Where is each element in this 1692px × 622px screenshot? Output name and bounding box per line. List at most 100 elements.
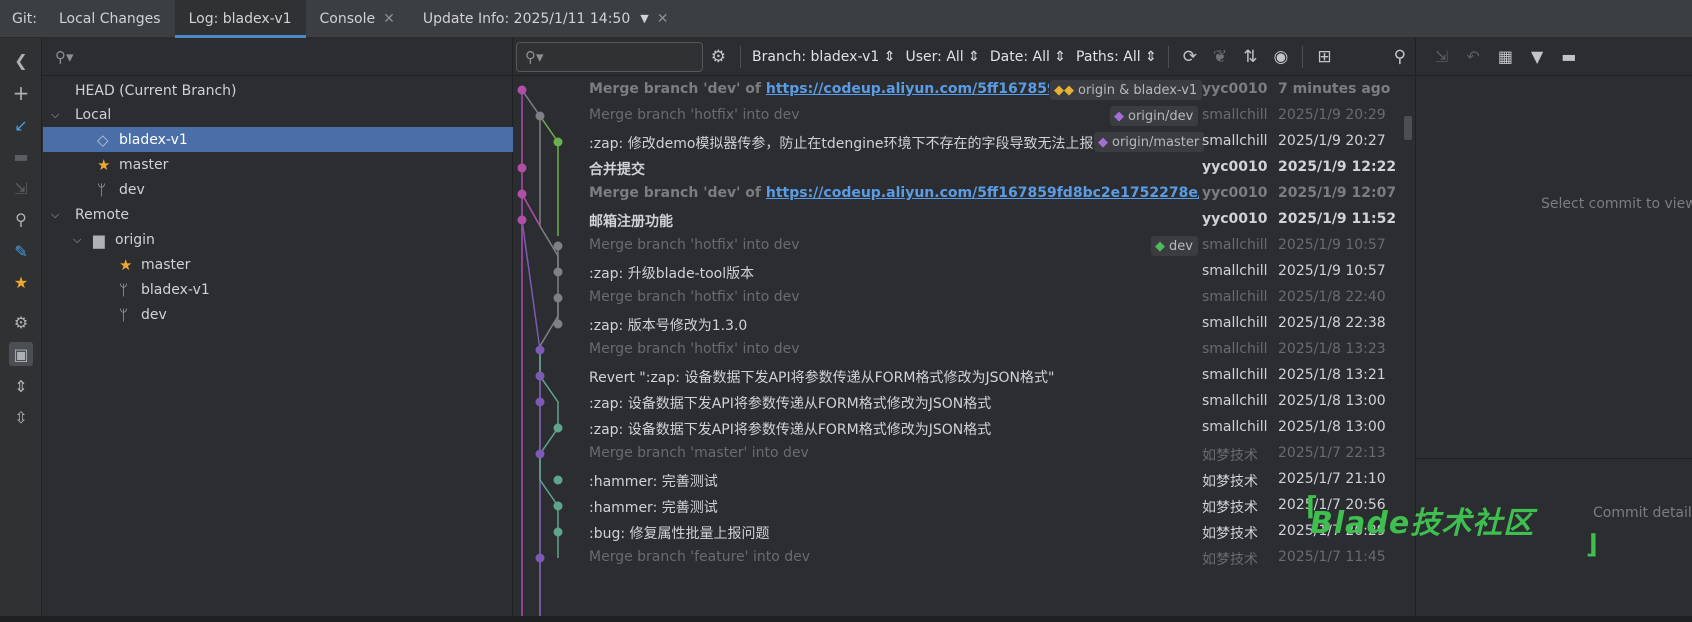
- details-toolbar: ⇲ ↶ ▦ ▼ ▬: [1416, 38, 1692, 76]
- tool-strip: ❮ + ↙ ▬ ⇲ ⚲ ✎ ★ ⚙ ▣ ⇕ ⇳: [0, 38, 42, 622]
- chevron-down-icon[interactable]: ⌵: [73, 233, 87, 247]
- tree-local[interactable]: ⌵ Local: [43, 102, 513, 127]
- close-icon[interactable]: ✕: [383, 11, 395, 27]
- toolbar-separator: [1302, 45, 1304, 68]
- folder-icon: ▆: [93, 230, 105, 249]
- tag-icon: ◆: [1114, 108, 1124, 124]
- tree-branch-dev[interactable]: ᛘ dev: [43, 177, 513, 202]
- sort-icon[interactable]: ⇅: [1243, 47, 1257, 67]
- new-tab-icon[interactable]: ⊞: [1317, 47, 1331, 67]
- add-icon[interactable]: +: [9, 81, 33, 105]
- close-icon[interactable]: ✕: [657, 11, 669, 27]
- paths-filter[interactable]: Paths: All ⇕: [1076, 49, 1157, 65]
- expand-all-icon[interactable]: ⇕: [9, 374, 33, 398]
- commit-row[interactable]: Merge branch 'hotfix' into dev smallchil…: [514, 336, 1414, 364]
- watermark-bracket: ⌋: [1586, 530, 1598, 560]
- commit-row[interactable]: :zap: 升级blade-tool版本 smallchill 2025/1/9…: [514, 258, 1414, 286]
- date-filter[interactable]: Date: All ⇕: [990, 49, 1066, 65]
- layout-icon[interactable]: ▬: [1561, 47, 1576, 66]
- cherry-pick-icon[interactable]: ❦: [1213, 47, 1227, 67]
- group-icon[interactable]: ▦: [1498, 47, 1513, 66]
- commit-row[interactable]: :bug: 修复属性批量上报问题 如梦技术 2025/1/7 20:29: [514, 518, 1414, 546]
- toolbar-separator: [1167, 45, 1169, 68]
- commit-link[interactable]: https://codeup.aliyun.com/5ff167859fd8bc…: [766, 185, 1199, 201]
- commit-row[interactable]: :zap: 修改demo模拟器传参，防止在tdengine环境下不存在的字段导致…: [514, 128, 1414, 156]
- commit-row[interactable]: :hammer: 完善测试 如梦技术 2025/1/7 21:10: [514, 466, 1414, 494]
- tree-remote-master[interactable]: ★ master: [43, 252, 513, 277]
- tab-console[interactable]: Console ✕: [306, 0, 409, 38]
- commit-row[interactable]: :zap: 设备数据下发API将参数传递从FORM格式修改为JSON格式 sma…: [514, 414, 1414, 442]
- refresh-icon[interactable]: ⟳: [1183, 47, 1197, 67]
- filter-icon[interactable]: ▼: [1531, 47, 1543, 66]
- branch-search[interactable]: ⚲▾: [43, 38, 512, 76]
- commit-details-hint: Commit details: [1593, 505, 1692, 521]
- commit-link[interactable]: https://codeup.aliyun.com/5ff167859fd8b: [766, 81, 1049, 97]
- branch-icon: ᛘ: [119, 305, 129, 324]
- tree-remote[interactable]: ⌵ Remote: [43, 202, 513, 227]
- cherry-pick-icon[interactable]: ⇲: [1435, 47, 1448, 66]
- commit-row[interactable]: Merge branch 'master' into dev 如梦技术 2025…: [514, 440, 1414, 468]
- tree-remote-bladex-v1[interactable]: ᛘ bladex-v1: [43, 277, 513, 302]
- tag-icon: ◆: [1098, 134, 1108, 150]
- eye-icon[interactable]: ◉: [1274, 47, 1289, 67]
- log-toolbar: ⚲▾ ⚙ Branch: bladex-v1 ⇕ User: All ⇕ Dat…: [514, 38, 1414, 76]
- commit-row[interactable]: Merge branch 'hotfix' into dev ◆ origin/d…: [514, 102, 1414, 130]
- log-search-input[interactable]: ⚲▾: [516, 41, 703, 72]
- ref-badge: ◆◆ origin & bladex-v1: [1050, 80, 1203, 100]
- tab-update-info[interactable]: Update Info: 2025/1/11 14:50 ▼ ✕: [409, 0, 683, 38]
- ref-badge: ◆ origin/master: [1094, 132, 1205, 152]
- update-icon[interactable]: ↙: [9, 113, 33, 137]
- search-icon[interactable]: ⚲: [1394, 47, 1406, 67]
- commit-row[interactable]: 邮箱注册功能 yyc0010 2025/1/9 11:52: [514, 206, 1414, 234]
- git-label: Git:: [12, 10, 37, 27]
- tag-icon: ◇: [97, 130, 109, 149]
- commit-row[interactable]: Merge branch 'dev' of https://codeup.ali…: [514, 76, 1414, 104]
- favorite-icon[interactable]: ★: [9, 270, 33, 294]
- gear-icon[interactable]: ⚙: [711, 47, 726, 67]
- tree-branch-master[interactable]: ★ master: [43, 152, 513, 177]
- toolbar-separator: [740, 45, 741, 68]
- chevron-down-icon[interactable]: ▼: [640, 12, 648, 25]
- star-icon: ★: [119, 255, 133, 274]
- compare-icon[interactable]: ⇲: [9, 176, 33, 200]
- tree-origin[interactable]: ⌵ ▆ origin: [43, 227, 513, 252]
- commit-row[interactable]: :zap: 版本号修改为1.3.0 smallchill 2025/1/8 22…: [514, 310, 1414, 338]
- delete-icon[interactable]: ▬: [9, 144, 33, 168]
- tag-icon: ◆: [1155, 238, 1165, 254]
- star-icon: ★: [97, 155, 111, 174]
- tab-local-changes[interactable]: Local Changes: [45, 0, 175, 38]
- chevron-down-icon[interactable]: ⌵: [51, 108, 65, 122]
- commit-row[interactable]: 合并提交 yyc0010 2025/1/9 12:22: [514, 154, 1414, 182]
- scroll-thumb[interactable]: [1404, 116, 1412, 140]
- commit-row[interactable]: Merge branch 'feature' into dev 如梦技术 202…: [514, 544, 1414, 572]
- branch-filter[interactable]: Branch: bladex-v1 ⇕: [752, 49, 896, 65]
- commit-row[interactable]: :zap: 设备数据下发API将参数传递从FORM格式修改为JSON格式 sma…: [514, 388, 1414, 416]
- checkout-icon[interactable]: ✎: [9, 239, 33, 263]
- group-icon[interactable]: ▣: [9, 342, 33, 366]
- details-hint: Select commit to view changes: [1541, 196, 1692, 212]
- settings-icon[interactable]: ⚙: [9, 310, 33, 334]
- branch-icon: ᛘ: [97, 180, 107, 199]
- chevron-down-icon[interactable]: ⌵: [51, 208, 65, 222]
- commit-row[interactable]: :hammer: 完善测试 如梦技术 2025/1/7 20:56: [514, 492, 1414, 520]
- tree-branch-bladex-v1[interactable]: ◇ bladex-v1: [43, 127, 513, 152]
- tree-remote-dev[interactable]: ᛘ dev: [43, 302, 513, 327]
- tree-head[interactable]: HEAD (Current Branch): [43, 78, 513, 103]
- search-icon: ⚲▾: [525, 47, 544, 66]
- user-filter[interactable]: User: All ⇕: [906, 49, 980, 65]
- search-icon: ⚲▾: [55, 47, 74, 66]
- tag-icon: ◆◆: [1054, 82, 1074, 98]
- tab-log[interactable]: Log: bladex-v1: [174, 0, 306, 38]
- back-icon[interactable]: ❮: [9, 48, 33, 72]
- commit-row[interactable]: Merge branch 'dev' of https://codeup.ali…: [514, 180, 1414, 208]
- ref-badge: ◆ origin/dev: [1110, 106, 1199, 126]
- commit-row[interactable]: Revert ":zap: 设备数据下发API将参数传递从FORM格式修改为JS…: [514, 362, 1414, 390]
- undo-icon[interactable]: ↶: [1466, 47, 1479, 66]
- collapse-all-icon[interactable]: ⇳: [9, 405, 33, 429]
- details-divider: [1416, 458, 1692, 459]
- watermark: Blade技术社区: [1310, 506, 1535, 541]
- search-icon[interactable]: ⚲: [9, 207, 33, 231]
- branch-icon: ᛘ: [119, 280, 129, 299]
- commit-row[interactable]: Merge branch 'hotfix' into dev ◆ dev smal…: [514, 232, 1414, 260]
- commit-row[interactable]: Merge branch 'hotfix' into dev smallchil…: [514, 284, 1414, 312]
